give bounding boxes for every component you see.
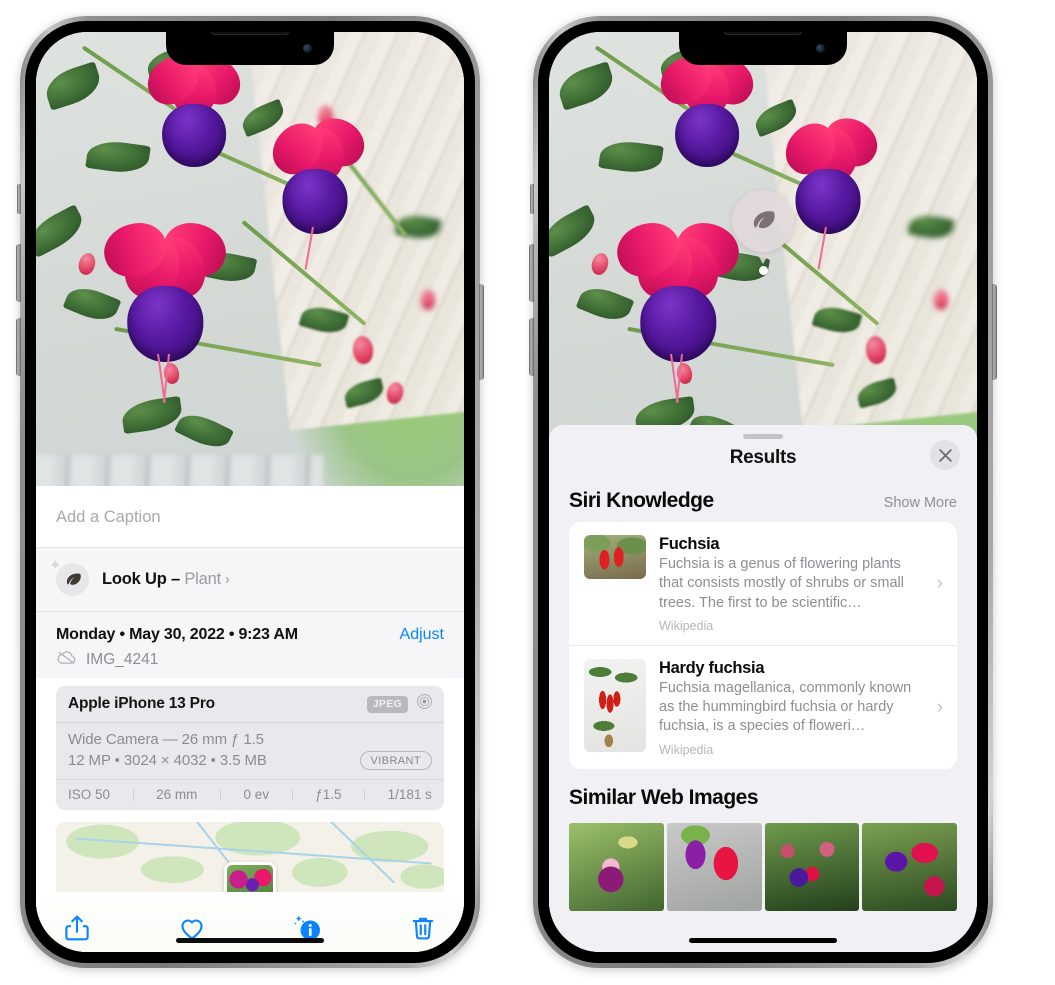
- exif-divider: [132, 788, 134, 801]
- chevron-right-icon: ›: [224, 571, 230, 588]
- earpiece-speaker: [724, 32, 802, 35]
- result-title: Fuchsia: [659, 535, 720, 553]
- results-sheet: Results Siri Knowledge Show More Fuchsia…: [549, 425, 977, 952]
- result-title: Hardy fuchsia: [659, 658, 765, 677]
- sparkle-icon: ✦: [49, 557, 62, 574]
- similar-web-images-header: Similar Web Images: [549, 769, 977, 819]
- device-bezel: Add a Caption ✦ Look Up – Plant › Monday…: [25, 21, 475, 963]
- map-pin-thumbnail: [227, 865, 273, 892]
- home-indicator[interactable]: [176, 938, 324, 943]
- aperture-icon: [416, 693, 433, 715]
- exif-row: ISO 50 26 mm 0 ev ƒ1.5 1/181 s: [56, 779, 444, 810]
- photographic-style-badge: VIBRANT: [359, 751, 432, 770]
- device-notch: [166, 32, 334, 65]
- exif-aperture: ƒ1.5: [315, 787, 342, 802]
- chevron-right-icon: ›: [936, 572, 943, 594]
- power-button[interactable]: [992, 284, 997, 380]
- earpiece-speaker: [211, 32, 289, 35]
- hardy-fuchsia-thumbnail-icon: [584, 658, 646, 752]
- section-title-similar-web-images: Similar Web Images: [569, 785, 759, 809]
- front-camera-icon: [816, 44, 825, 53]
- camera-model: Apple iPhone 13 Pro: [68, 695, 215, 712]
- show-more-button[interactable]: Show More: [884, 495, 957, 511]
- exif-iso: ISO 50: [68, 787, 111, 802]
- caption-input[interactable]: Add a Caption: [36, 486, 464, 548]
- photo-metadata: Monday • May 30, 2022 • 9:23 AM Adjust I…: [36, 612, 464, 678]
- look-up-row[interactable]: ✦ Look Up – Plant ›: [36, 548, 464, 612]
- web-image-1[interactable]: [569, 822, 664, 911]
- web-image-2[interactable]: [666, 822, 762, 911]
- look-up-label: Look Up – Plant ›: [102, 570, 230, 589]
- photo-info-sheet: Add a Caption ✦ Look Up – Plant › Monday…: [36, 486, 464, 952]
- trash-icon[interactable]: [408, 913, 438, 943]
- camera-info-card: Apple iPhone 13 Pro JPEG Wide Camera — 2…: [56, 686, 444, 810]
- visual-look-up-badge[interactable]: [732, 190, 794, 275]
- screenshot-stage: Add a Caption ✦ Look Up – Plant › Monday…: [0, 0, 1055, 985]
- list-item[interactable]: Hardy fuchsia Fuchsia magellanica, commo…: [569, 644, 957, 769]
- exif-divider: [364, 788, 366, 801]
- share-icon[interactable]: [62, 913, 92, 943]
- device-bezel: Results Siri Knowledge Show More Fuchsia…: [538, 21, 988, 963]
- page-title: Results: [729, 447, 797, 468]
- results-header: Results: [549, 439, 977, 487]
- device-notch: [679, 32, 847, 65]
- siri-knowledge-card: Fuchsia Fuchsia is a genus of flowering …: [569, 522, 957, 769]
- front-camera-icon: [303, 44, 312, 53]
- cloud-slash-icon: [56, 650, 77, 670]
- leaf-icon[interactable]: [732, 190, 794, 252]
- file-size-info: 12 MP • 3024 × 4032 • 3.5 MB: [68, 752, 267, 769]
- result-source: Wikipedia: [659, 742, 714, 757]
- left-screen: Add a Caption ✦ Look Up – Plant › Monday…: [36, 32, 464, 952]
- result-source: Wikipedia: [659, 618, 714, 633]
- similar-web-images-row: [549, 822, 977, 911]
- photo-toolbar: [36, 892, 464, 952]
- iphone-right-device: Results Siri Knowledge Show More Fuchsia…: [529, 16, 997, 968]
- mute-switch[interactable]: [530, 184, 534, 214]
- photo-filename: IMG_4241: [86, 651, 159, 668]
- exif-divider: [291, 788, 293, 801]
- mute-switch[interactable]: [17, 184, 21, 214]
- chevron-right-icon: ›: [936, 696, 943, 718]
- web-image-3[interactable]: [764, 822, 860, 911]
- volume-down-button[interactable]: [529, 318, 534, 376]
- result-description: Fuchsia is a genus of flowering plants t…: [659, 556, 904, 611]
- power-button[interactable]: [479, 284, 484, 380]
- volume-down-button[interactable]: [16, 318, 21, 376]
- list-item[interactable]: Fuchsia Fuchsia is a genus of flowering …: [569, 522, 957, 645]
- leaf-icon: ✦: [49, 558, 89, 596]
- exif-focal-length: 26 mm: [156, 787, 198, 802]
- map-photo-pin[interactable]: [224, 862, 276, 892]
- right-screen: Results Siri Knowledge Show More Fuchsia…: [549, 32, 977, 952]
- home-indicator[interactable]: [689, 938, 837, 943]
- web-image-4[interactable]: [862, 822, 957, 911]
- format-badge: JPEG: [366, 695, 408, 713]
- section-title-siri-knowledge: Siri Knowledge: [569, 489, 714, 512]
- fuchsia-thumbnail-icon: [584, 535, 646, 579]
- photo-location-map[interactable]: [56, 822, 444, 892]
- close-icon[interactable]: [930, 440, 960, 470]
- look-up-subject: Plant: [184, 570, 221, 588]
- exif-shutter-speed: 1/181 s: [387, 787, 432, 802]
- result-description: Fuchsia magellanica, commonly known as t…: [659, 679, 912, 735]
- iphone-left-device: Add a Caption ✦ Look Up – Plant › Monday…: [16, 16, 484, 968]
- volume-up-button[interactable]: [529, 244, 534, 302]
- photo-datetime: Monday • May 30, 2022 • 9:23 AM: [56, 626, 298, 643]
- badge-anchor-dot: [758, 266, 768, 275]
- exif-divider: [219, 788, 221, 801]
- adjust-button[interactable]: Adjust: [400, 626, 444, 644]
- siri-knowledge-header: Siri Knowledge Show More: [549, 487, 977, 522]
- exif-exposure-value: 0 ev: [243, 787, 270, 802]
- volume-up-button[interactable]: [16, 244, 21, 302]
- look-up-title: Look Up –: [102, 570, 185, 588]
- lens-info: Wide Camera — 26 mm ƒ 1.5: [68, 731, 264, 748]
